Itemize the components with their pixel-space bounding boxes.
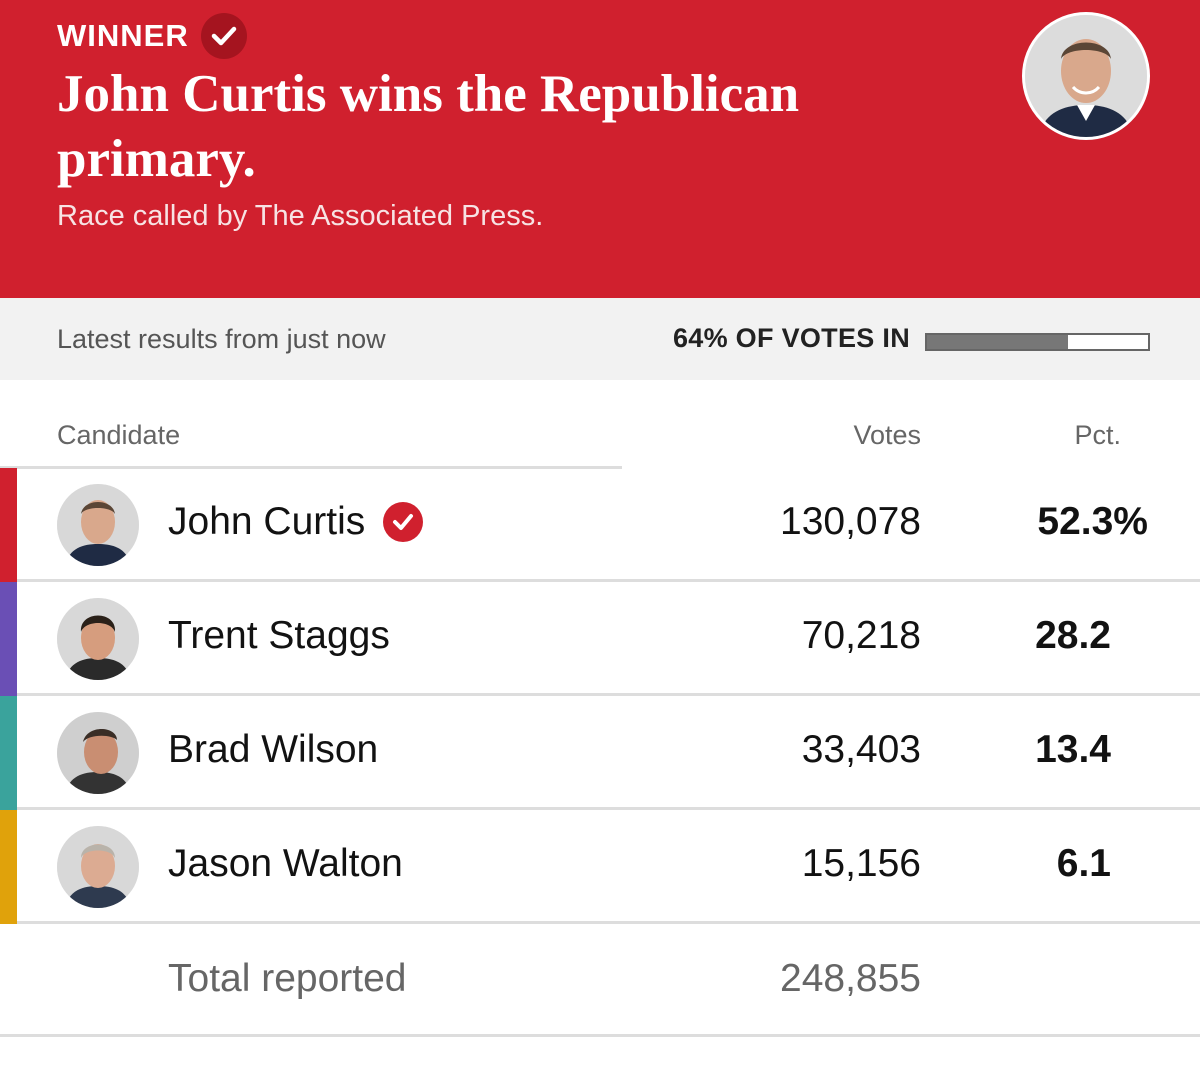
candidate-pct: 28.2 xyxy=(1035,614,1111,657)
candidate-avatar xyxy=(57,484,139,566)
candidate-votes: 15,156 xyxy=(801,842,921,885)
winner-label: WINNER xyxy=(57,18,189,53)
last-updated-text: Latest results from just now xyxy=(57,324,386,354)
candidate-name: John Curtis xyxy=(168,500,424,544)
candidate-row: Trent Staggs 70,218 28.2 xyxy=(0,582,1200,696)
winner-line: WINNER xyxy=(57,13,247,59)
candidate-name: Jason Walton xyxy=(168,842,403,885)
check-circle-icon xyxy=(383,502,424,542)
candidate-pct: 52.3% xyxy=(1037,500,1148,543)
votes-in-progress-fill xyxy=(927,335,1069,349)
votes-in-progress-bar xyxy=(925,333,1150,351)
candidate-row: Brad Wilson 33,403 13.4 xyxy=(0,696,1200,810)
candidate-avatar xyxy=(57,712,139,794)
votes-column-header: Votes xyxy=(853,420,921,450)
total-divider xyxy=(0,1034,1200,1037)
party-color-stripe xyxy=(0,810,17,924)
candidate-name-text: John Curtis xyxy=(168,500,366,543)
candidate-avatar xyxy=(57,598,139,680)
candidate-row: Jason Walton 15,156 6.1 xyxy=(0,810,1200,924)
votes-in-label: 64% OF VOTES IN xyxy=(672,323,910,353)
pct-column-header: Pct. xyxy=(1074,420,1121,450)
candidate-avatar xyxy=(57,826,139,908)
party-color-stripe xyxy=(0,582,17,696)
total-votes: 248,855 xyxy=(780,957,921,1000)
check-circle-icon xyxy=(200,13,247,59)
candidate-column-header: Candidate xyxy=(57,420,181,450)
winner-banner: WINNER John Curtis wins the Republican p… xyxy=(0,0,1200,298)
winner-photo xyxy=(1022,12,1150,140)
candidate-name: Trent Staggs xyxy=(168,614,390,657)
candidate-votes: 70,218 xyxy=(801,614,921,657)
candidate-pct: 6.1 xyxy=(1056,842,1111,885)
total-row: Total reported 248,855 xyxy=(0,923,1200,1037)
total-label: Total reported xyxy=(168,957,407,1000)
candidate-pct: 13.4 xyxy=(1035,728,1111,771)
candidate-votes: 33,403 xyxy=(801,728,921,771)
candidate-votes: 130,078 xyxy=(780,500,921,543)
race-call-note: Race called by The Associated Press. xyxy=(57,200,544,232)
party-color-stripe xyxy=(0,468,17,582)
headline: John Curtis wins the Republican primary. xyxy=(57,65,800,188)
party-color-stripe xyxy=(0,696,17,810)
candidate-row: John Curtis 130,078 52.3% xyxy=(0,468,1200,582)
candidate-name: Brad Wilson xyxy=(168,728,379,771)
